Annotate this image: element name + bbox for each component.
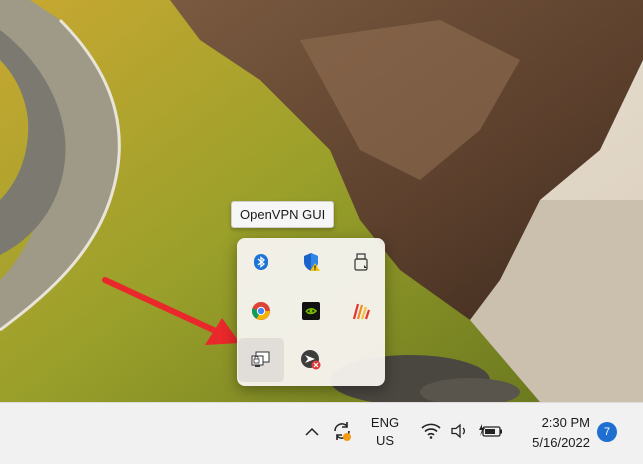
language-code: ENG (370, 415, 400, 430)
usb-eject-icon (354, 253, 368, 271)
battery-button[interactable] (478, 420, 504, 442)
clock-button[interactable]: 2:30 PM 5/16/2022 (514, 413, 590, 453)
speaker-icon (451, 423, 465, 439)
sync-icon (334, 422, 351, 441)
chrome-tray-item[interactable] (238, 289, 284, 333)
chevron-up-icon (305, 427, 319, 436)
sync-status-tray-item[interactable] (329, 418, 355, 444)
show-hidden-icons-button[interactable] (301, 420, 323, 442)
chrome-icon (251, 302, 270, 320)
snipping-tool-tray-item[interactable] (288, 338, 334, 382)
wifi-icon (421, 423, 441, 439)
clock-date: 5/16/2022 (532, 435, 590, 450)
usb-eject-tray-item[interactable] (338, 240, 384, 284)
wifi-button[interactable] (420, 420, 442, 442)
volume-button[interactable] (449, 420, 471, 442)
language-indicator[interactable]: ENG US (362, 413, 408, 451)
windows-security-icon (304, 253, 320, 271)
nvidia-icon (302, 302, 320, 320)
stripes-app-tray-item[interactable] (338, 289, 384, 333)
notification-count-badge[interactable]: 7 (597, 422, 617, 442)
tooltip: OpenVPN GUI (231, 201, 335, 228)
nvidia-tray-item[interactable] (288, 289, 334, 333)
bluetooth-tray-item[interactable] (238, 240, 284, 284)
snipping-tool-icon (301, 350, 321, 370)
clock-time: 2:30 PM (541, 415, 590, 430)
tray-overflow-panel (237, 238, 385, 386)
battery-charging-icon (479, 424, 502, 437)
bluetooth-icon (254, 254, 268, 270)
language-region: US (375, 433, 395, 448)
windows-security-tray-item[interactable] (288, 240, 334, 284)
openvpn-gui-tray-item[interactable] (238, 338, 284, 382)
openvpn-gui-icon (251, 351, 270, 367)
stripes-app-icon (352, 303, 371, 320)
